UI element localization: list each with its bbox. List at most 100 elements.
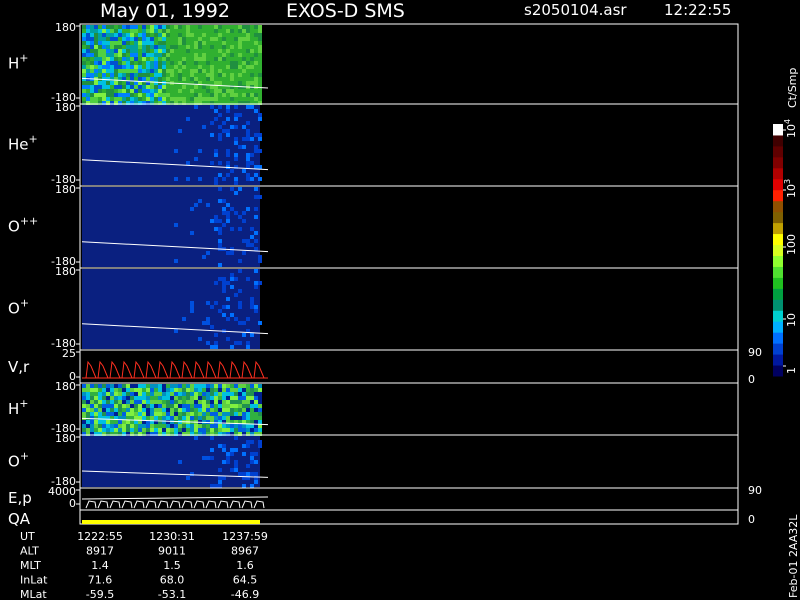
spectrogram-cell [222, 281, 226, 285]
spectrogram-cell [82, 424, 86, 428]
spectrogram-cell [114, 404, 118, 408]
spectrogram-cell [130, 25, 134, 29]
spectrogram-cell [238, 400, 242, 404]
spectrogram-cell [198, 416, 202, 420]
spectrogram-cell [230, 33, 234, 37]
spectrogram-cell [166, 77, 170, 81]
spectrogram-cell [154, 89, 158, 93]
spectrogram-cell [246, 157, 250, 161]
spectrogram-cell [210, 29, 214, 33]
spectrogram-cell [102, 25, 106, 29]
spectrogram-cell [162, 29, 166, 33]
spectrogram-cell [190, 61, 194, 65]
spectrogram-cell [98, 53, 102, 57]
spectrogram-cell [222, 223, 226, 227]
spectrogram-cell [134, 57, 138, 61]
spectrogram-cell [186, 404, 190, 408]
spectrogram-cell [126, 57, 130, 61]
spectrogram-cell [198, 61, 202, 65]
spectrogram-cell [178, 129, 182, 133]
spectrogram-cell [214, 93, 218, 97]
spectrogram-cell [234, 125, 238, 129]
spectrogram-cell [138, 404, 142, 408]
spectrogram-cell [222, 313, 226, 317]
spectrogram-cell [118, 65, 122, 69]
spectrogram-cell [94, 424, 98, 428]
spectrogram-cell [206, 396, 210, 400]
spectrogram-cell [170, 65, 174, 69]
spectrogram-cell [210, 53, 214, 57]
spectrogram-cell [214, 153, 218, 157]
spectrogram-cell [258, 117, 262, 121]
spectrogram-cell [98, 420, 102, 424]
spectrogram-cell [106, 408, 110, 412]
spectrogram-cell [130, 69, 134, 73]
spectrogram-cell [174, 412, 178, 416]
spectrogram-cell [226, 133, 230, 137]
spectrogram-cell [122, 396, 126, 400]
spectrogram-cell [206, 321, 210, 325]
spectrogram-cell [210, 456, 214, 460]
spectrogram-cell [198, 408, 202, 412]
spectrogram-cell [258, 404, 262, 408]
spectrogram-cell [138, 400, 142, 404]
spectrogram-cell [150, 404, 154, 408]
spectrogram-cell [134, 33, 138, 37]
spectrogram-cell [226, 161, 230, 165]
colorbar-swatch [773, 321, 783, 333]
spectrogram-cell [142, 388, 146, 392]
spectrogram-cell [242, 33, 246, 37]
spectrogram-cell [230, 57, 234, 61]
spectrogram-cell [238, 113, 242, 117]
pitch-trace [241, 500, 253, 509]
spectrogram-cell [202, 69, 206, 73]
spectrogram-cell [94, 89, 98, 93]
spectrogram-cell [258, 81, 262, 85]
spectrogram-cell [214, 29, 218, 33]
spectrogram-cell [214, 333, 218, 337]
spectrogram-cell [250, 460, 254, 464]
spectrogram-cell [154, 396, 158, 400]
spectrogram-cell [242, 412, 246, 416]
spectrogram-cell [210, 305, 214, 309]
spectrogram-cell [170, 97, 174, 101]
spectrogram-cell [118, 404, 122, 408]
spectrogram-cell [114, 412, 118, 416]
spectrogram-cell [122, 384, 126, 388]
spectrogram-cell [94, 65, 98, 69]
spectrogram-cell [106, 25, 110, 29]
spectrogram-cell [142, 85, 146, 89]
spectrogram-cell [98, 57, 102, 61]
spectrogram-cell [174, 45, 178, 49]
spectrogram-cell [142, 424, 146, 428]
spectrogram-cell [246, 49, 250, 53]
instrument-name: EXOS-D SMS [286, 0, 405, 22]
spectrogram-cell [90, 45, 94, 49]
spectrogram-cell [202, 321, 206, 325]
spectrogram-cell [86, 61, 90, 65]
spectrogram-cell [182, 89, 186, 93]
spectrogram-cell [190, 57, 194, 61]
spectrogram-cell [150, 45, 154, 49]
spectrogram-cell [106, 69, 110, 73]
spectrogram-cell [242, 57, 246, 61]
spectrogram-cell [246, 400, 250, 404]
spectrogram-cell [214, 396, 218, 400]
spectrogram-cell [186, 117, 190, 121]
spectrogram-cell [230, 49, 234, 53]
spectrogram-cell [202, 125, 206, 129]
colorbar-swatch [773, 134, 783, 147]
file-name: s2050104.asr [524, 1, 627, 19]
spectrogram-cell [210, 428, 214, 432]
spectrogram-cell [114, 89, 118, 93]
spectrogram-cell [194, 69, 198, 73]
spectrogram-cell [114, 49, 118, 53]
spectrogram-cell [238, 187, 242, 191]
spectrogram-cell [130, 396, 134, 400]
spectrogram-cell [198, 396, 202, 400]
spectrogram-cell [214, 219, 218, 223]
spectrogram-cell [182, 81, 186, 85]
spectrogram-cell [174, 259, 178, 263]
spectrogram-cell [182, 53, 186, 57]
spectrogram-cell [250, 396, 254, 400]
